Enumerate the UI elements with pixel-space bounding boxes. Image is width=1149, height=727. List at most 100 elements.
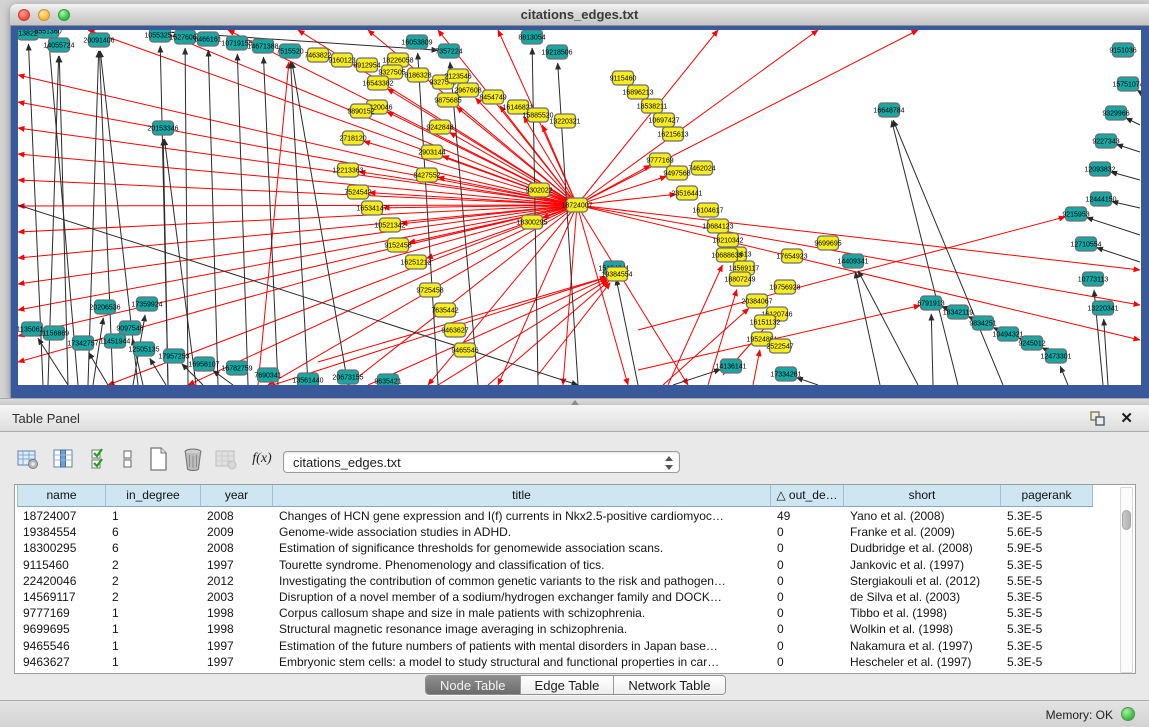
graph-node-20384067[interactable]: 20384067	[741, 294, 772, 308]
citation-edge-red[interactable]	[577, 30, 818, 205]
citation-edge-black[interactable]	[616, 279, 638, 385]
graph-node-9097548[interactable]: 9097548	[116, 321, 143, 335]
table-row[interactable]: 969969511998Structural magnetic resonanc…	[17, 621, 1099, 637]
graph-node-19218506[interactable]: 19218506	[541, 45, 572, 59]
citation-edge-red[interactable]	[368, 278, 607, 385]
citation-edge-black[interactable]	[150, 358, 166, 385]
column-header-title[interactable]: title	[273, 485, 771, 507]
citation-edge-red[interactable]	[638, 217, 1065, 330]
table-row[interactable]: 1830029562008Estimation of significance …	[17, 540, 1099, 556]
graph-node-19756928[interactable]: 19756928	[769, 280, 800, 294]
graph-node-20673155[interactable]: 20673155	[332, 370, 363, 384]
graph-node-12505135[interactable]: 12505135	[128, 342, 159, 356]
graph-node-9834251[interactable]: 9834251	[969, 316, 996, 330]
graph-node-11451944[interactable]: 11451944	[100, 334, 131, 348]
citation-edge-black[interactable]	[1096, 247, 1140, 262]
graph-node-9699695[interactable]: 9699695	[814, 236, 841, 250]
citation-edge-black[interactable]	[1116, 144, 1140, 152]
column-header-short[interactable]: short	[844, 485, 1001, 507]
graph-node-16648784[interactable]: 16648784	[873, 103, 904, 117]
graph-node-8427552[interactable]: 8427552	[413, 168, 440, 182]
citation-edge-black[interactable]	[1060, 366, 1068, 385]
table-row[interactable]: 911546021997Tourette syndrome. Phenomeno…	[17, 557, 1099, 573]
graph-node-14671388[interactable]: 14671388	[247, 39, 278, 53]
graph-node-9463627[interactable]: 9463627	[441, 323, 468, 337]
graph-node-16215613[interactable]: 16215613	[657, 127, 688, 141]
table-select-dropdown[interactable]: citations_edges.txt	[283, 451, 680, 473]
graph-node-9160123[interactable]: 9160123	[328, 53, 355, 67]
citation-edge-red[interactable]	[18, 205, 577, 232]
graph-node-9115460[interactable]: 9115460	[610, 71, 637, 85]
citation-edge-red[interactable]	[450, 132, 577, 205]
citation-edge-black[interactable]	[88, 51, 99, 385]
graph-node-17342757[interactable]: 17342757	[67, 336, 98, 350]
column-header-in_degree[interactable]: in_degree	[106, 485, 201, 507]
citation-edge-black[interactable]	[1126, 118, 1140, 125]
citation-edge-black[interactable]	[208, 50, 218, 385]
graph-node-6791913[interactable]: 6791913	[917, 296, 944, 310]
citation-edge-black[interactable]	[931, 314, 933, 385]
graph-node-12444150[interactable]: 12444150	[1085, 192, 1116, 206]
graph-node-7635442[interactable]: 7635442	[431, 303, 458, 317]
citation-edge-black[interactable]	[185, 48, 188, 385]
table-row[interactable]: 1938455462009Genome-wide association stu…	[17, 524, 1099, 540]
graph-node-2718120[interactable]: 2718120	[339, 131, 366, 145]
citation-edge-black[interactable]	[796, 378, 818, 385]
graph-node-9890152[interactable]: 9890152	[347, 104, 374, 118]
graph-node-9465546[interactable]: 9465546	[451, 343, 478, 357]
citation-edge-black[interactable]	[263, 57, 278, 385]
window-titlebar[interactable]: citations_edges.txt	[10, 4, 1149, 26]
show-column-icon[interactable]	[49, 445, 77, 473]
graph-node-17957253[interactable]: 17957253	[158, 349, 189, 363]
graph-node-2903144[interactable]: 2903144	[418, 145, 445, 159]
graph-node-7462024[interactable]: 7462024	[688, 161, 715, 175]
citation-edge-red[interactable]	[753, 350, 760, 385]
row-height-icon[interactable]	[114, 445, 142, 473]
graph-node-8454749[interactable]: 8454749	[479, 90, 506, 104]
graph-node-7515520[interactable]: 7515520	[276, 44, 303, 58]
graph-node-10773113[interactable]: 10773113	[1078, 272, 1109, 286]
table-header-row[interactable]: namein_degreeyeartitle△ out_de…shortpage…	[17, 485, 1093, 507]
graph-node-16896213[interactable]: 16896213	[622, 85, 653, 99]
graph-node-18538211[interactable]: 18538211	[637, 99, 668, 113]
graph-node-23516441[interactable]: 23516441	[671, 186, 702, 200]
graph-node-9329966[interactable]: 9329966	[1102, 106, 1129, 120]
citation-edge-red[interactable]	[668, 265, 722, 385]
graph-node-16251212[interactable]: 16251212	[400, 255, 431, 269]
panel-resize-divider[interactable]	[0, 398, 1149, 405]
graph-node-9497568[interactable]: 9497568	[663, 166, 690, 180]
graph-node-12710554[interactable]: 12710554	[1070, 237, 1101, 251]
citation-edge-black[interactable]	[163, 139, 168, 385]
column-header-name[interactable]: name	[17, 485, 106, 507]
citation-edge-red[interactable]	[577, 205, 628, 385]
graph-node-9227343[interactable]: 9227343	[1092, 134, 1119, 148]
table-row[interactable]: 2242004622012Investigating the contribut…	[17, 573, 1099, 589]
graph-node-15751074[interactable]: 15751074	[1112, 77, 1141, 91]
graph-node-10494321[interactable]: 10494321	[992, 327, 1023, 341]
graph-node-13561440[interactable]: 13561440	[292, 373, 323, 385]
graph-node-9152458[interactable]: 9152458	[384, 238, 411, 252]
graph-node-7357224[interactable]: 7357224	[435, 44, 462, 58]
graph-node-9875685[interactable]: 9875685	[434, 93, 461, 107]
graph-node-9245012[interactable]: 9245012	[1018, 336, 1045, 350]
graph-node-18210342[interactable]: 18210342	[712, 233, 743, 247]
graph-node-8912954[interactable]: 8912954	[353, 58, 380, 72]
citation-edge-black[interactable]	[1086, 217, 1140, 235]
graph-node-9215953[interactable]: 9215953	[1062, 207, 1089, 221]
tab-edge-table[interactable]: Edge Table	[521, 676, 615, 694]
table-vertical-scrollbar[interactable]	[1120, 487, 1133, 673]
column-header-pagerank[interactable]: pagerank	[1001, 485, 1093, 507]
graph-node-16053809[interactable]: 16053809	[401, 35, 432, 49]
graph-node-9635421[interactable]: 9635421	[374, 374, 401, 385]
citation-edge-black[interactable]	[1104, 319, 1108, 385]
graph-node-20091406[interactable]: 20091406	[83, 33, 114, 47]
citation-edge-black[interactable]	[89, 352, 108, 385]
citation-edge-black[interactable]	[237, 54, 248, 385]
table-row[interactable]: 1872400712008Changes of HCN gene express…	[17, 508, 1099, 524]
tab-node-table[interactable]: Node Table	[426, 676, 521, 694]
graph-node-16534147[interactable]: 16534147	[356, 201, 387, 215]
citation-edge-red[interactable]	[488, 281, 609, 385]
citation-edge-red[interactable]	[577, 30, 918, 205]
graph-node-9302022[interactable]: 9302022	[525, 183, 552, 197]
citation-edge-red[interactable]	[258, 62, 289, 385]
